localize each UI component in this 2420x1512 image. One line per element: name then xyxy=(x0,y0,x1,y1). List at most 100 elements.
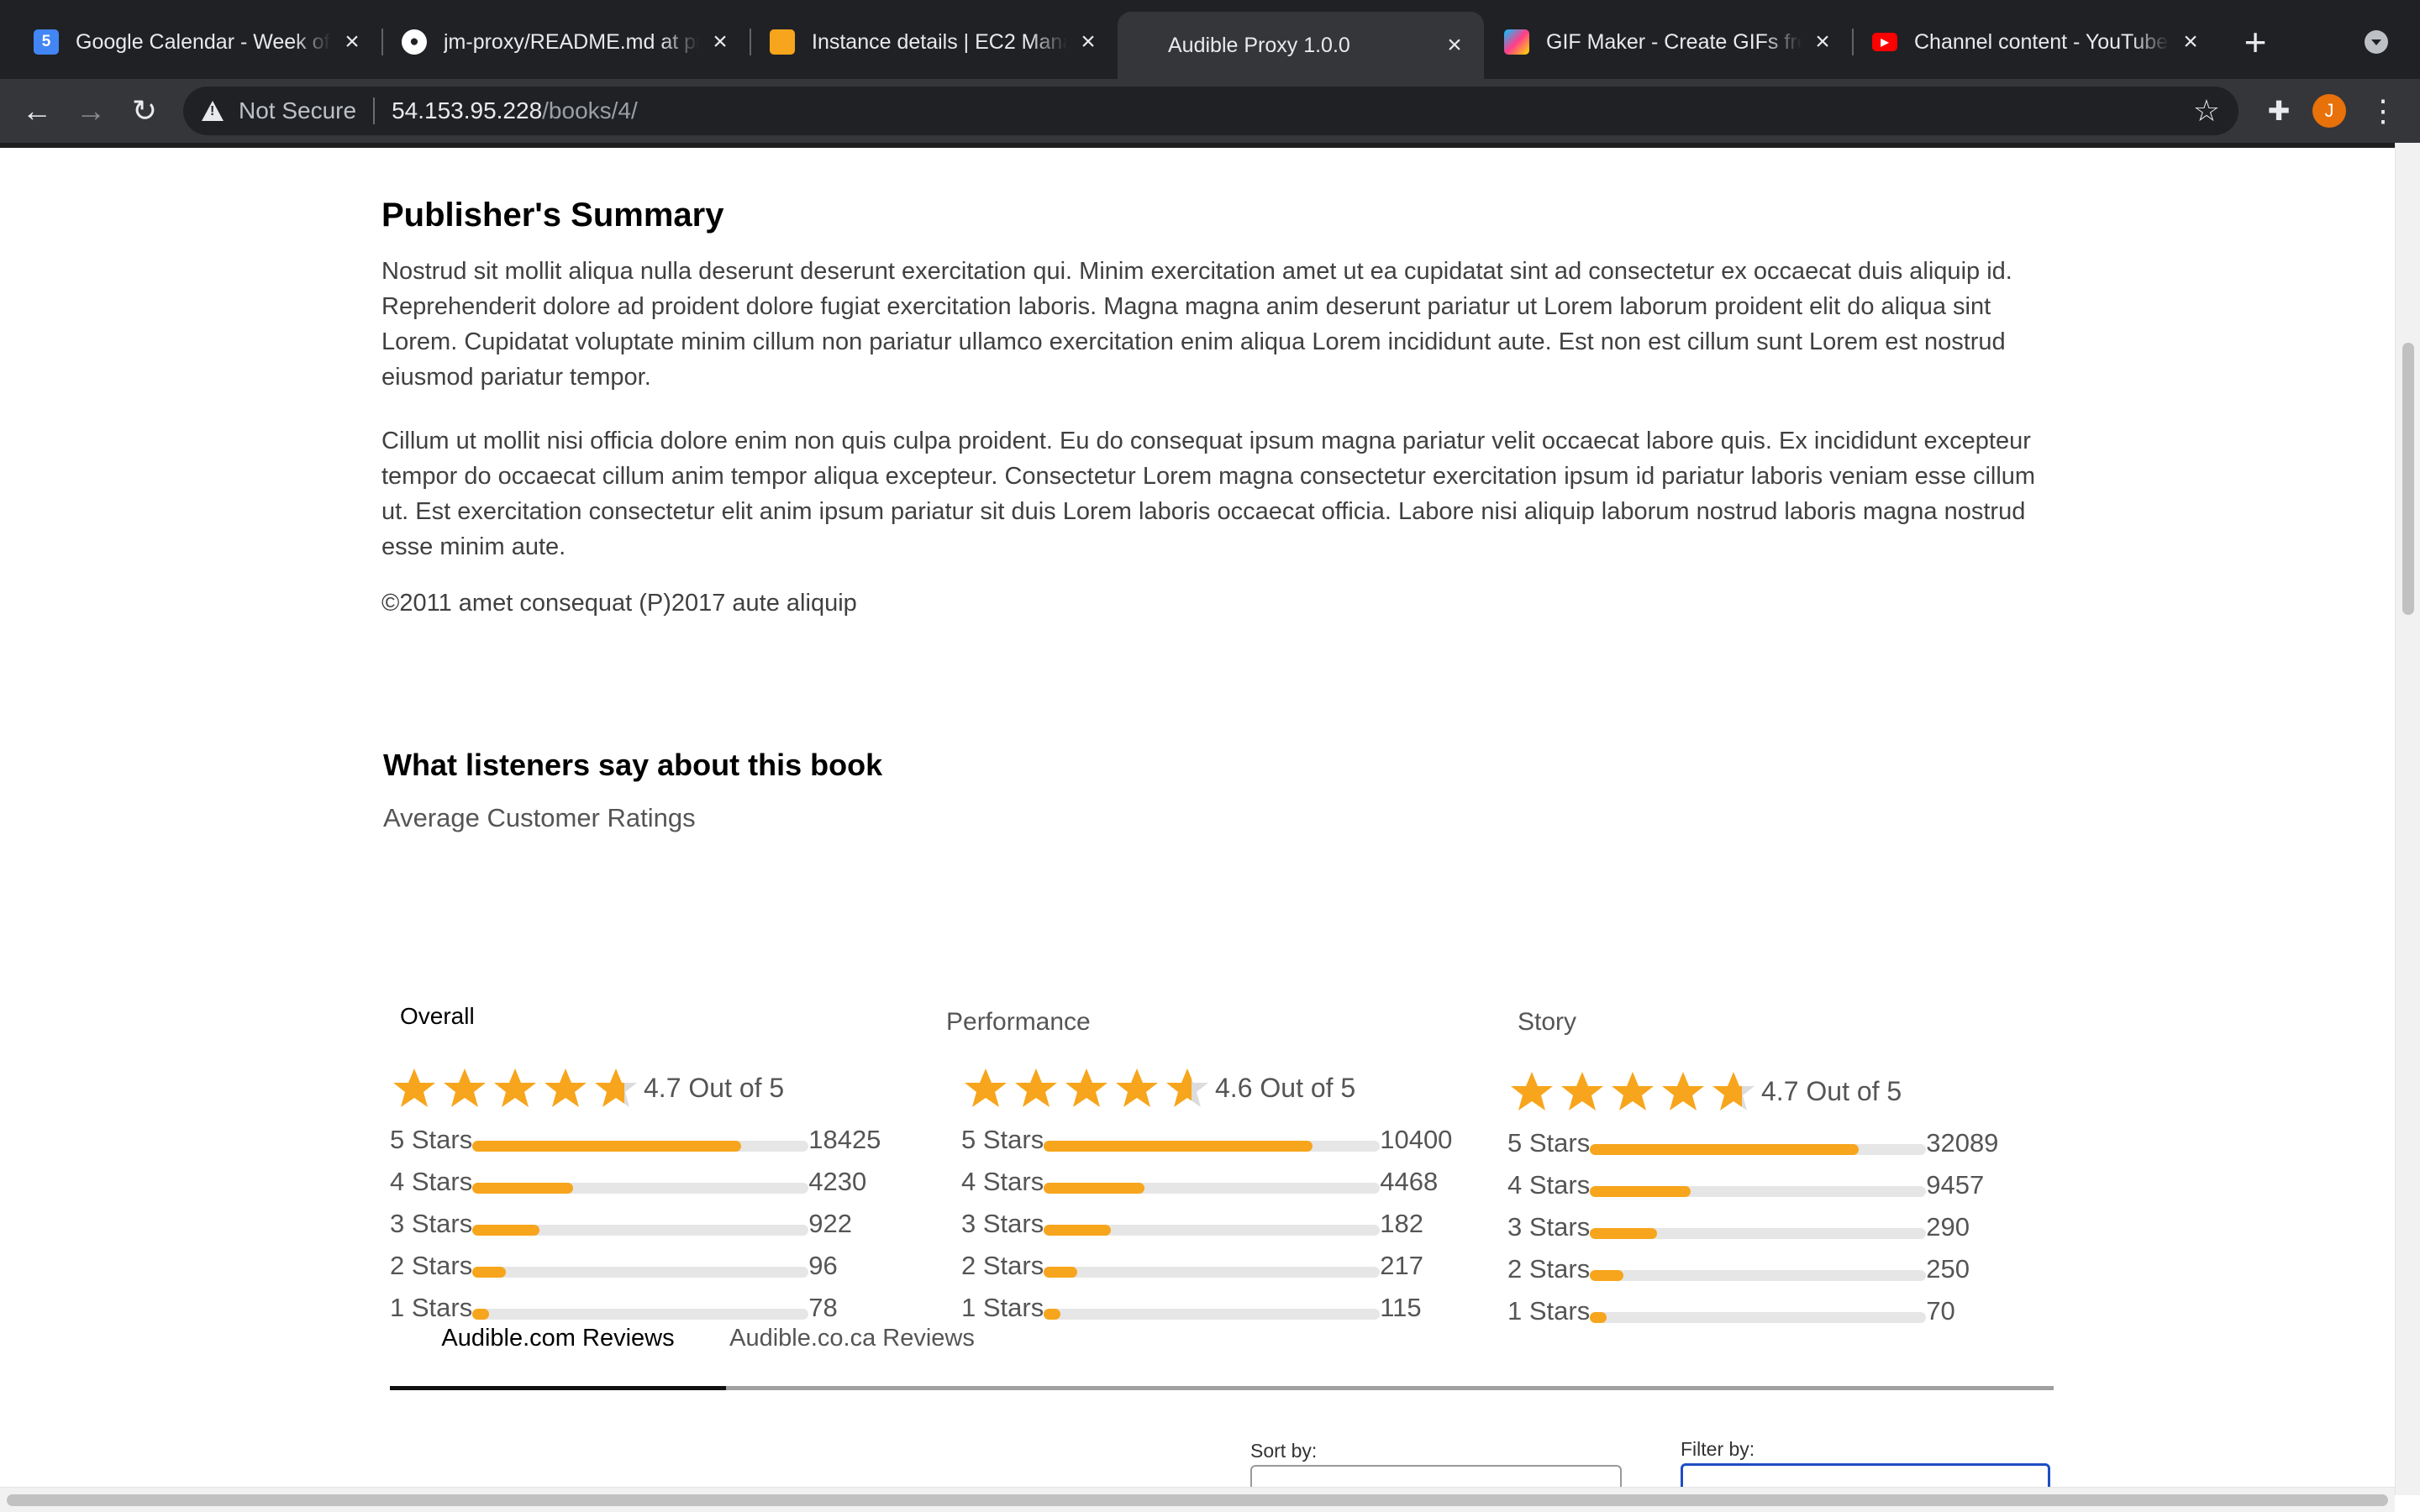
average-ratings-subtitle: Average Customer Ratings xyxy=(383,803,696,832)
browser-tab-google-calendar[interactable]: 5 Google Calendar - Week of × xyxy=(15,13,381,71)
star-icon xyxy=(1015,1068,1057,1107)
rating-bar-track xyxy=(1590,1185,1927,1197)
star-distribution-row: 4 Stars 9457 xyxy=(1507,1164,1984,1206)
star-icon xyxy=(595,1068,637,1107)
close-icon[interactable]: × xyxy=(1812,28,1833,56)
security-status[interactable]: Not Secure xyxy=(239,97,356,124)
tab-audible-com-reviews[interactable]: Audible.com Reviews xyxy=(390,1302,726,1374)
rating-bar-fill xyxy=(1044,1308,1061,1320)
star-level-label: 1 Stars xyxy=(1507,1296,1591,1326)
star-icon xyxy=(1116,1068,1158,1107)
star-icon xyxy=(1612,1072,1654,1110)
tab-title: jm-proxy/README.md at pr xyxy=(444,29,699,54)
github-icon: ● xyxy=(402,29,427,55)
close-icon[interactable]: × xyxy=(2180,28,2202,56)
tab-title: Instance details | EC2 Mana xyxy=(812,29,1067,54)
star-icon xyxy=(1511,1072,1553,1110)
rating-bar-fill xyxy=(1590,1185,1691,1197)
back-arrow-icon[interactable]: ← xyxy=(17,91,57,131)
star-icon xyxy=(1166,1068,1208,1107)
star-level-label: 4 Stars xyxy=(390,1167,473,1196)
tab-title: Channel content - YouTube xyxy=(1914,29,2169,54)
rating-bar-track xyxy=(1044,1140,1381,1152)
tab-search-icon[interactable] xyxy=(2365,30,2388,54)
star-icon xyxy=(965,1068,1007,1107)
browser-tab-youtube[interactable]: ▶ Channel content - YouTube × xyxy=(1854,13,2220,71)
rating-bar-track xyxy=(1044,1266,1381,1278)
horizontal-scrollbar[interactable] xyxy=(0,1487,2395,1512)
browser-tab-github[interactable]: ● jm-proxy/README.md at pr × xyxy=(383,13,750,71)
new-tab-button[interactable]: + xyxy=(2235,18,2275,66)
star-distribution-row: 5 Stars 10400 xyxy=(961,1119,1452,1161)
browser-tab-bar: 5 Google Calendar - Week of × ● jm-proxy… xyxy=(0,0,2420,79)
rating-count: 4230 xyxy=(808,1167,867,1196)
rating-bar-fill xyxy=(1590,1143,1860,1155)
warning-icon xyxy=(202,101,224,121)
close-icon[interactable]: × xyxy=(1444,31,1465,60)
forward-arrow-icon[interactable]: → xyxy=(71,91,111,131)
rating-count: 96 xyxy=(808,1251,838,1280)
rating-score: 4.7 Out of 5 xyxy=(1761,1075,1902,1106)
horizontal-scrollbar-thumb[interactable] xyxy=(7,1494,2388,1506)
star-icon xyxy=(1065,1068,1107,1107)
browser-tab-ec2[interactable]: Instance details | EC2 Mana × xyxy=(751,13,1118,71)
rating-category-label: Performance xyxy=(946,1008,1091,1036)
rating-count: 290 xyxy=(1926,1212,1970,1242)
rating-count: 922 xyxy=(808,1209,852,1238)
rating-count: 115 xyxy=(1380,1293,1422,1322)
star-level-label: 4 Stars xyxy=(961,1167,1044,1196)
rating-bar-track xyxy=(1044,1182,1381,1194)
rating-bar-track xyxy=(472,1224,809,1236)
extensions-puzzle-icon[interactable]: ✚ xyxy=(2259,91,2299,131)
rating-bar-fill xyxy=(472,1266,507,1278)
close-icon[interactable]: × xyxy=(341,28,363,56)
close-icon[interactable]: × xyxy=(709,28,731,56)
url-path: /books/4/ xyxy=(542,97,638,123)
summary-paragraph: Cillum ut mollit nisi officia dolore eni… xyxy=(381,428,2036,560)
active-tab-indicator xyxy=(390,1386,726,1390)
rating-score: 4.7 Out of 5 xyxy=(644,1072,785,1103)
rating-bar-track xyxy=(472,1266,809,1278)
star-icon xyxy=(444,1068,486,1107)
rating-count: 217 xyxy=(1380,1251,1423,1280)
star-level-label: 5 Stars xyxy=(1507,1128,1591,1158)
star-distribution-row: 4 Stars 4468 xyxy=(961,1161,1438,1203)
browser-tab-gif-maker[interactable]: GIF Maker - Create GIFs fro × xyxy=(1486,13,1852,71)
vertical-scrollbar[interactable] xyxy=(2395,143,2420,1495)
star-distribution-row: 5 Stars 18425 xyxy=(390,1119,881,1161)
star-icon xyxy=(1712,1072,1754,1110)
star-distribution-row: 4 Stars 4230 xyxy=(390,1161,866,1203)
address-bar[interactable]: Not Secure 54.153.95.228 /books/4/ ☆ xyxy=(183,87,2238,135)
rating-bar-fill xyxy=(472,1224,540,1236)
star-level-label: 3 Stars xyxy=(1507,1212,1591,1242)
tab-audible-co-ca-reviews[interactable]: Audible.co.ca Reviews xyxy=(726,1302,978,1374)
kebab-menu-icon[interactable]: ⋮ xyxy=(2366,91,2400,131)
star-level-label: 5 Stars xyxy=(961,1125,1044,1154)
close-icon[interactable]: × xyxy=(1077,28,1099,56)
aws-icon xyxy=(770,29,795,55)
rating-bar-fill xyxy=(1044,1182,1145,1194)
rating-category-label: Overall xyxy=(400,1003,475,1029)
rating-bar-track xyxy=(1044,1224,1381,1236)
tab-title: GIF Maker - Create GIFs fro xyxy=(1546,29,1802,54)
rating-count: 250 xyxy=(1926,1254,1970,1284)
star-distribution-row: 3 Stars 922 xyxy=(390,1203,852,1245)
browser-tab-audible-proxy[interactable]: Audible Proxy 1.0.0 × xyxy=(1118,12,1484,79)
rating-bar-track xyxy=(1590,1227,1927,1239)
vertical-scrollbar-thumb[interactable] xyxy=(2402,343,2414,615)
star-rating: 4.7 Out of 5 xyxy=(390,1065,784,1110)
rating-bar-fill xyxy=(1590,1227,1658,1239)
rating-bar-fill xyxy=(1044,1140,1313,1152)
rating-bar-fill xyxy=(1590,1269,1624,1281)
browser-toolbar: ← → ↻ Not Secure 54.153.95.228 /books/4/… xyxy=(0,79,2420,143)
url-host: 54.153.95.228 xyxy=(392,97,543,123)
rating-bar-track xyxy=(1590,1269,1927,1281)
star-distribution-row: 3 Stars 182 xyxy=(961,1203,1423,1245)
google-calendar-icon: 5 xyxy=(34,29,59,55)
rating-count: 9457 xyxy=(1926,1170,1985,1200)
star-icon xyxy=(494,1068,536,1107)
reload-icon[interactable]: ↻ xyxy=(124,91,165,131)
star-distribution-row: 5 Stars 32089 xyxy=(1507,1122,1998,1164)
profile-avatar[interactable]: J xyxy=(2312,94,2346,128)
bookmark-star-icon[interactable]: ☆ xyxy=(2193,95,2220,127)
